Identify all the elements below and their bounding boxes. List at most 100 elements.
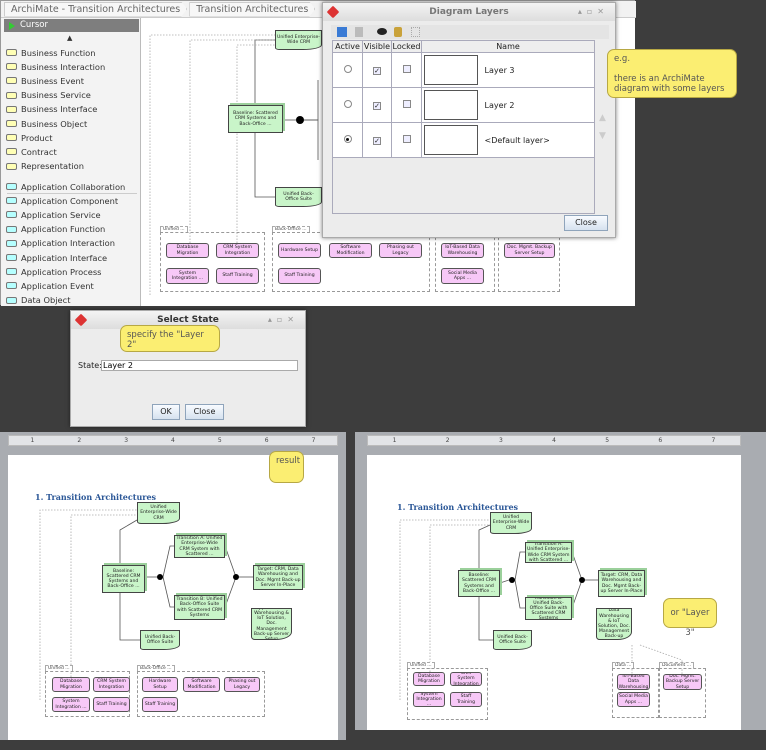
ruler[interactable]: 1 2 3 4 5 6 7	[8, 435, 338, 446]
dialog-title: Select State	[157, 315, 219, 325]
ruler-tick-label: 5	[605, 437, 610, 444]
palette-item[interactable]: Contract	[6, 145, 57, 158]
palette-item-label: Application Collaboration	[21, 181, 126, 192]
locked-checkbox[interactable]	[402, 135, 411, 143]
palette-item-label: Representation	[21, 161, 85, 172]
business-interaction-icon	[6, 63, 17, 71]
visible-checkbox[interactable]: ✓	[373, 66, 381, 75]
application-collaboration-icon	[6, 183, 17, 190]
palette-item[interactable]: Application Collaboration	[6, 180, 125, 193]
ruler-tick-label: 4	[171, 437, 175, 444]
application-interface-icon	[6, 254, 17, 261]
palette-item-label: Business Object	[21, 118, 88, 129]
application-event-icon	[6, 282, 17, 290]
dialog-title-bar: Diagram Layers ▴▫✕	[323, 3, 615, 21]
palette-item-label: Business Function	[21, 47, 96, 58]
palette-item-label: Application Component	[21, 195, 119, 206]
scroll-up-arrow-icon[interactable]: ▲	[67, 34, 72, 42]
active-radio[interactable]	[343, 100, 352, 108]
callout-state: specify the "Layer 2"	[120, 325, 220, 352]
state-input[interactable]	[101, 360, 298, 371]
ruler-tick-label: 4	[552, 437, 556, 444]
callout-layer3: or "Layer 3"	[663, 598, 717, 638]
layer-row[interactable]: ✓ Layer 2	[332, 87, 595, 123]
cursor-label: Cursor	[20, 20, 48, 30]
palette-item[interactable]: Product	[6, 131, 53, 144]
callout-result: result	[269, 451, 304, 483]
ruler-tick-label: 3	[124, 437, 129, 444]
layer-row[interactable]: ✓ Layer 3	[332, 52, 595, 88]
delete-icon[interactable]	[355, 27, 363, 37]
layer-row[interactable]: ✓ <Default layer>	[332, 122, 595, 158]
palette-cursor-tool[interactable]: Cursor	[4, 19, 139, 32]
dialog-title: Diagram Layers	[429, 7, 509, 17]
palette-item[interactable]: Representation	[6, 160, 84, 173]
palette-item[interactable]: Business Interaction	[6, 60, 105, 73]
palette-item-label: Business Event	[21, 75, 84, 86]
window-controls[interactable]: ▴▫✕	[268, 311, 299, 329]
business-service-icon	[6, 91, 17, 99]
application-service-icon	[6, 211, 17, 219]
close-button[interactable]: Close	[564, 215, 608, 231]
column-header-visible[interactable]: Visible	[362, 40, 392, 53]
palette-item-label: Application Process	[21, 266, 102, 277]
lock-icon[interactable]	[394, 27, 402, 37]
ruler[interactable]: 1 2 3 4 5 6 7	[367, 435, 741, 446]
new-layer-icon[interactable]	[337, 27, 347, 37]
move-down-icon[interactable]: ▼	[599, 131, 606, 141]
palette-item[interactable]: Application Service	[6, 208, 101, 221]
locked-checkbox[interactable]	[402, 65, 411, 73]
palette-item[interactable]: Business Function	[6, 46, 96, 59]
visible-checkbox[interactable]: ✓	[373, 101, 381, 110]
product-icon	[6, 134, 17, 142]
properties-icon[interactable]	[411, 27, 420, 37]
ruler-tick-label: 5	[217, 437, 222, 444]
layer-name: <Default layer>	[484, 135, 550, 145]
palette-item[interactable]: Application Process	[6, 265, 101, 278]
cursor-icon	[9, 22, 15, 30]
document-heading: 1. Transition Architectures	[35, 492, 157, 502]
palette-item-label: Application Interface	[21, 252, 108, 263]
ok-button[interactable]: OK	[152, 404, 180, 420]
palette-item-label: Data Object	[21, 295, 71, 306]
callout-layers: e.g. there is an ArchiMate diagram with …	[607, 49, 737, 98]
palette-item-label: Application Service	[21, 209, 101, 220]
representation-icon	[6, 162, 17, 170]
column-header-name[interactable]: Name	[421, 40, 595, 53]
column-header-active[interactable]: Active	[332, 40, 363, 53]
palette-item-label: Product	[21, 132, 53, 143]
move-up-icon[interactable]: ▲	[599, 113, 606, 123]
breadcrumb-model[interactable]: ArchiMate - Transition Architectures	[4, 2, 187, 17]
palette-separator	[7, 193, 137, 194]
palette-item[interactable]: Application Interface	[6, 251, 107, 264]
palette-item-label: Business Interaction	[21, 61, 106, 72]
palette-item[interactable]: Business Interface	[6, 103, 97, 116]
ruler-tick-label: 2	[445, 437, 450, 444]
visible-checkbox[interactable]: ✓	[373, 136, 381, 145]
palette-item[interactable]: Application Event	[6, 279, 94, 292]
breadcrumb-view[interactable]: Transition Architectures	[189, 2, 315, 17]
eye-icon[interactable]	[377, 28, 387, 35]
palette-item[interactable]: Data Object	[6, 294, 70, 307]
locked-checkbox[interactable]	[402, 100, 411, 108]
palette-item[interactable]: Business Service	[6, 89, 91, 102]
close-button[interactable]: Close	[185, 404, 224, 420]
active-radio[interactable]	[343, 135, 352, 143]
column-header-locked[interactable]: Locked	[391, 40, 422, 53]
palette-item[interactable]: Application Interaction	[6, 237, 115, 250]
palette-item[interactable]: Application Component	[6, 194, 118, 207]
layer-name: Layer 2	[484, 100, 515, 110]
ruler-tick-label: 3	[498, 437, 503, 444]
palette-item[interactable]: Application Function	[6, 223, 105, 236]
document-right: 1 2 3 4 5 6 7 1. Transition Architectures	[355, 432, 766, 730]
palette-item[interactable]: Business Object	[6, 117, 87, 130]
application-process-icon	[6, 268, 17, 276]
layers-table: Active Visible Locked Name ✓ Layer 3 ✓ L…	[332, 40, 595, 158]
palette-item[interactable]: Business Event	[6, 74, 84, 87]
business-event-icon	[6, 77, 17, 85]
window-controls[interactable]: ▴▫✕	[578, 3, 609, 21]
active-radio[interactable]	[343, 65, 352, 73]
palette-item-label: Business Interface	[21, 104, 98, 115]
data-object-icon	[6, 296, 17, 304]
palette-item-label: Application Event	[21, 280, 94, 291]
